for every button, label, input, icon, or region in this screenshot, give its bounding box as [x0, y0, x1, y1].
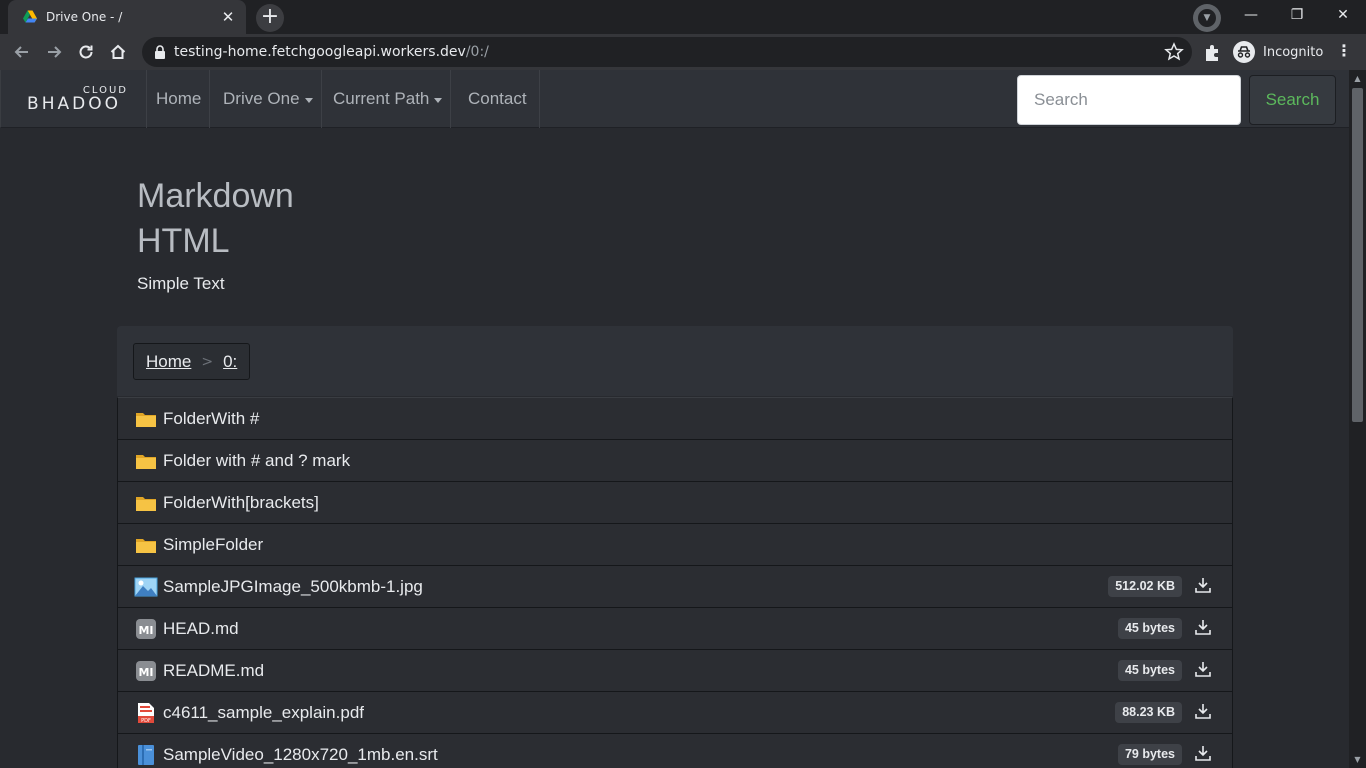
folder-icon — [134, 450, 158, 472]
home-icon — [110, 44, 126, 59]
address-bar[interactable]: testing-home.fetchgoogleapi.workers.dev /… — [142, 37, 1192, 67]
download-icon[interactable] — [1194, 618, 1212, 636]
site-logo[interactable]: CLOUD BHADOO — [2, 70, 147, 128]
url-path: /0:/ — [465, 44, 489, 60]
readme-paragraph: Simple Text — [137, 274, 225, 293]
breadcrumb-current-link[interactable]: 0: — [223, 352, 237, 372]
file-size-badge: 45 bytes — [1117, 660, 1182, 681]
file-size-badge: 79 bytes — [1117, 744, 1182, 765]
markdown-file-icon: MI — [134, 660, 158, 682]
reload-icon — [79, 45, 93, 59]
site-navbar: CLOUD BHADOO Home Drive One Current Path… — [0, 70, 1349, 128]
svg-text:PDF: PDF — [141, 718, 151, 724]
search-button[interactable]: Search — [1249, 75, 1336, 125]
readme-content: Markdown HTML Simple Text — [137, 174, 737, 294]
svg-text:MI: MI — [138, 666, 153, 679]
caret-down-icon — [434, 97, 443, 103]
extensions-puzzle-icon[interactable] — [1202, 42, 1224, 64]
download-icon[interactable] — [1194, 576, 1212, 594]
breadcrumb-panel: Home > 0: — [117, 326, 1233, 396]
breadcrumb-separator: > — [201, 353, 214, 370]
nav-link-home-label: Home — [156, 89, 202, 108]
close-window-button[interactable]: ✕ — [1320, 0, 1366, 32]
browser-menu-icon[interactable]: ⋮ — [1334, 42, 1354, 62]
file-name: FolderWith # — [163, 408, 260, 428]
browser-tabstrip: Drive One - / ✕ + ▼ — ❐ ✕ — [0, 0, 1366, 34]
file-row-markdown[interactable]: MI README.md 45 bytes — [118, 650, 1232, 692]
nav-dropdown-drive-one-label: Drive One — [223, 89, 300, 108]
file-name: README.md — [163, 660, 265, 680]
logo-brand-text: BHADOO — [27, 93, 121, 114]
arrow-left-icon — [14, 46, 28, 58]
close-tab-icon[interactable]: ✕ — [220, 9, 236, 25]
tab-title: Drive One - / — [46, 10, 123, 24]
file-name: SampleVideo_1280x720_1mb.en.srt — [163, 744, 438, 764]
bookmark-star-icon[interactable] — [1164, 42, 1184, 62]
file-row-markdown[interactable]: MI HEAD.md 45 bytes — [118, 608, 1232, 650]
svg-text:MI: MI — [138, 624, 153, 637]
scroll-down-arrow-icon[interactable]: ▼ — [1349, 751, 1366, 768]
nav-dropdown-current-path[interactable]: Current Path — [325, 70, 452, 128]
forward-button[interactable] — [40, 38, 68, 66]
file-row-subtitle[interactable]: SampleVideo_1280x720_1mb.en.srt 79 bytes — [118, 734, 1232, 768]
browser-tab-active[interactable]: Drive One - / ✕ — [8, 0, 246, 34]
scroll-up-arrow-icon[interactable]: ▲ — [1349, 70, 1366, 87]
file-row-image[interactable]: SampleJPGImage_500kbmb-1.jpg 512.02 KB — [118, 566, 1232, 608]
image-file-icon — [134, 576, 158, 598]
tab-search-button[interactable]: ▼ — [1193, 4, 1221, 32]
folder-icon — [134, 408, 158, 430]
scrollbar-thumb[interactable] — [1352, 88, 1363, 422]
restore-window-button[interactable]: ❐ — [1274, 0, 1320, 32]
folder-icon — [134, 492, 158, 514]
download-icon[interactable] — [1194, 660, 1212, 678]
nav-link-home[interactable]: Home — [148, 70, 211, 128]
file-name: SimpleFolder — [163, 534, 264, 554]
readme-heading-html: HTML — [137, 222, 230, 260]
file-name: HEAD.md — [163, 618, 239, 638]
readme-heading-markdown: Markdown — [137, 177, 294, 215]
download-icon[interactable] — [1194, 744, 1212, 762]
file-row-folder[interactable]: Folder with # and ? mark — [118, 440, 1232, 482]
page-viewport: CLOUD BHADOO Home Drive One Current Path… — [0, 70, 1366, 768]
nav-dropdown-drive-one[interactable]: Drive One — [215, 70, 322, 128]
new-tab-button[interactable]: + — [256, 4, 284, 32]
pdf-file-icon: PDF — [134, 702, 158, 724]
file-size-badge: 512.02 KB — [1108, 576, 1182, 597]
document-file-icon — [134, 744, 158, 766]
chevron-down-icon: ▼ — [1198, 9, 1216, 27]
file-row-folder[interactable]: SimpleFolder — [118, 524, 1232, 566]
reload-button[interactable] — [72, 38, 100, 66]
file-size-badge: 45 bytes — [1117, 618, 1182, 639]
nav-dropdown-current-path-label: Current Path — [333, 89, 430, 108]
nav-link-contact[interactable]: Contact — [460, 70, 540, 128]
incognito-icon — [1233, 41, 1255, 63]
browser-toolbar: testing-home.fetchgoogleapi.workers.dev /… — [0, 34, 1366, 70]
caret-down-icon — [304, 97, 313, 103]
file-name: c4611_sample_explain.pdf — [163, 702, 364, 722]
markdown-file-icon: MI — [134, 618, 158, 640]
file-row-pdf[interactable]: PDF c4611_sample_explain.pdf 88.23 KB — [118, 692, 1232, 734]
incognito-label: Incognito — [1263, 44, 1324, 60]
file-name: SampleJPGImage_500kbmb-1.jpg — [163, 576, 423, 596]
download-icon[interactable] — [1194, 702, 1212, 720]
folder-icon — [134, 534, 158, 556]
arrow-right-icon — [48, 46, 62, 58]
file-list: FolderWith # Folder with # and ? mark Fo… — [117, 397, 1233, 768]
breadcrumb-home-link[interactable]: Home — [146, 352, 191, 372]
file-size-badge: 88.23 KB — [1115, 702, 1182, 723]
file-name: FolderWith[brackets] — [163, 492, 319, 512]
minimize-window-button[interactable]: — — [1228, 0, 1274, 32]
page-scrollbar[interactable]: ▲ ▼ — [1349, 70, 1366, 768]
lock-icon — [155, 45, 165, 59]
back-button[interactable] — [8, 38, 36, 66]
url-host: testing-home.fetchgoogleapi.workers.dev — [174, 44, 466, 60]
google-drive-icon — [23, 10, 37, 23]
file-row-folder[interactable]: FolderWith # — [118, 398, 1232, 440]
home-button[interactable] — [104, 38, 132, 66]
nav-link-contact-label: Contact — [468, 89, 527, 108]
search-input[interactable] — [1017, 75, 1241, 125]
file-row-folder[interactable]: FolderWith[brackets] — [118, 482, 1232, 524]
file-name: Folder with # and ? mark — [163, 450, 351, 470]
breadcrumb: Home > 0: — [133, 343, 251, 380]
